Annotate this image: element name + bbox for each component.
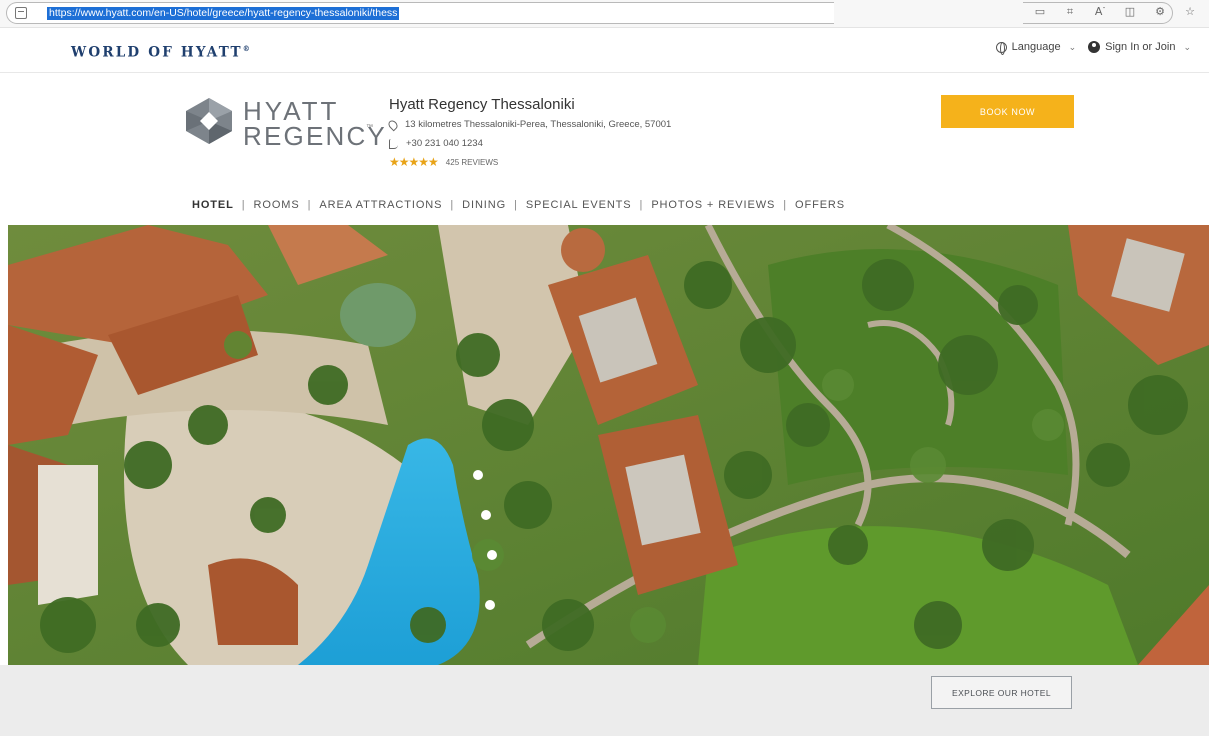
nav-separator: | bbox=[241, 199, 246, 211]
nav-separator: | bbox=[450, 199, 455, 211]
nav-item-rooms[interactable]: ROOMS bbox=[250, 199, 304, 211]
nav-item-special-events[interactable]: SPECIAL EVENTS bbox=[522, 199, 636, 211]
page-info-icon[interactable] bbox=[15, 7, 27, 19]
utility-bar: WORLD OF HYATT® Language ⌄ Sign In or Jo… bbox=[0, 28, 1209, 73]
hotel-address[interactable]: 13 kilometres Thessaloniki-Perea, Thessa… bbox=[386, 118, 672, 131]
map-pin-icon bbox=[386, 118, 400, 131]
chevron-down-icon: ⌄ bbox=[1183, 41, 1191, 52]
hotel-rating[interactable]: ★★★★★ 425 REVIEWS bbox=[389, 155, 498, 169]
nav-item-area-attractions[interactable]: AREA ATTRACTIONS bbox=[315, 199, 446, 211]
address-bar[interactable]: https://www.hyatt.com/en-US/hotel/greece… bbox=[6, 2, 834, 24]
nav-item-hotel[interactable]: HOTEL bbox=[188, 199, 238, 211]
registered-mark: ® bbox=[242, 44, 252, 53]
nav-item-offers[interactable]: OFFERS bbox=[791, 199, 849, 211]
star-rating: ★★★★★ bbox=[389, 155, 439, 169]
translate-icon[interactable]: ⌗ bbox=[1061, 3, 1079, 21]
explore-our-hotel-button[interactable]: EXPLORE OUR HOTEL bbox=[931, 676, 1072, 709]
logo-trademark: ™ bbox=[366, 124, 373, 131]
hotel-phone[interactable]: +30 231 040 1234 bbox=[389, 138, 483, 149]
nav-item-photos-reviews[interactable]: PHOTOS + REVIEWS bbox=[647, 199, 779, 211]
sign-in-menu[interactable]: Sign In or Join ⌄ bbox=[1088, 41, 1191, 53]
reader-view-icon[interactable]: ▭ bbox=[1031, 3, 1049, 21]
hyatt-regency-logo-icon[interactable] bbox=[186, 98, 232, 144]
chevron-down-icon: ⌄ bbox=[1068, 41, 1077, 52]
phone-icon bbox=[389, 138, 398, 149]
language-label: Language bbox=[1011, 41, 1061, 53]
nav-separator: | bbox=[639, 199, 644, 211]
nav-item-dining[interactable]: DINING bbox=[458, 199, 510, 211]
user-icon bbox=[1088, 41, 1101, 53]
utility-links: Language ⌄ Sign In or Join ⌄ bbox=[995, 41, 1191, 55]
explore-section: EXPLORE OUR HOTEL bbox=[0, 665, 1209, 736]
nav-separator: | bbox=[783, 199, 787, 211]
favorites-icon[interactable]: ☆ bbox=[1181, 3, 1199, 21]
hotel-nav: HOTEL | ROOMS | AREA ATTRACTIONS | DINING | SPEC… bbox=[188, 199, 849, 211]
book-now-button[interactable]: BOOK NOW bbox=[941, 95, 1074, 128]
aerial-resort-illustration bbox=[8, 225, 1209, 665]
nav-separator: | bbox=[307, 199, 312, 211]
hotel-name: Hyatt Regency Thessaloniki bbox=[389, 96, 575, 113]
globe-icon bbox=[995, 41, 1007, 55]
extension-icon[interactable]: ⚙ bbox=[1151, 3, 1169, 21]
brand-text: WORLD OF HYATT bbox=[71, 44, 243, 61]
address-text: 13 kilometres Thessaloniki-Perea, Thessa… bbox=[405, 119, 672, 130]
phone-text: +30 231 040 1234 bbox=[406, 138, 483, 149]
sign-in-label: Sign In or Join bbox=[1105, 41, 1176, 53]
language-selector[interactable]: Language ⌄ bbox=[995, 41, 1077, 55]
browser-actions: ▭ ⌗ Aᐝ ◫ ⚙ ☆ bbox=[1031, 3, 1199, 21]
read-aloud-icon[interactable]: Aᐝ bbox=[1091, 3, 1109, 21]
nav-separator: | bbox=[514, 199, 518, 211]
world-of-hyatt-logo[interactable]: WORLD OF HYATT® bbox=[71, 44, 252, 61]
split-screen-icon[interactable]: ◫ bbox=[1121, 3, 1139, 21]
hero-image bbox=[8, 225, 1209, 665]
address-url[interactable]: https://www.hyatt.com/en-US/hotel/greece… bbox=[47, 7, 400, 20]
hotel-header: HYATT REGENCY ™ Hyatt Regency Thessaloni… bbox=[0, 74, 1209, 224]
browser-toolbar: https://www.hyatt.com/en-US/hotel/greece… bbox=[0, 0, 1209, 28]
review-count[interactable]: 425 REVIEWS bbox=[446, 158, 498, 167]
